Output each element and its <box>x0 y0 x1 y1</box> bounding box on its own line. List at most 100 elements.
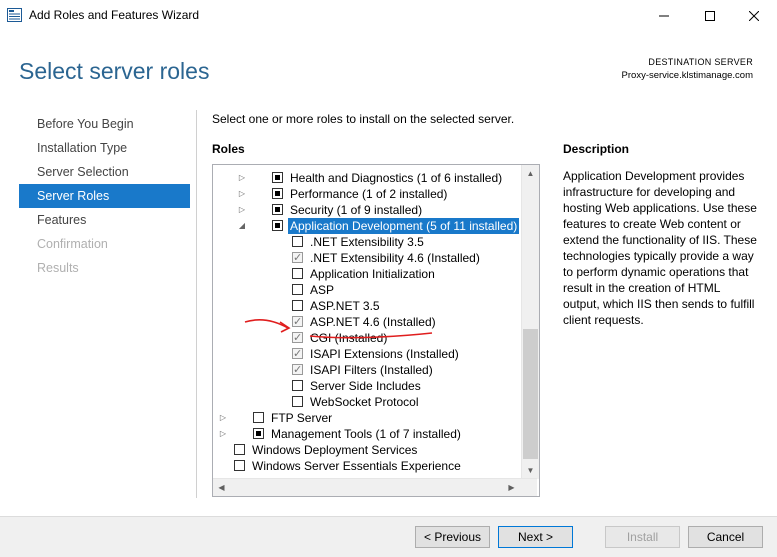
close-button[interactable] <box>731 0 777 31</box>
role-checkbox[interactable] <box>292 300 303 311</box>
destination-server-label: DESTINATION SERVER <box>648 57 753 67</box>
role-checkbox[interactable] <box>292 380 303 391</box>
roles-heading: Roles <box>212 142 245 156</box>
expand-arrow-collapsed-icon[interactable]: ▷ <box>237 170 247 186</box>
role-checkbox[interactable] <box>272 220 283 231</box>
tree-item[interactable]: CGI (Installed) <box>213 330 518 346</box>
role-checkbox <box>292 250 303 266</box>
next-button[interactable]: Next > <box>498 526 573 548</box>
tree-item[interactable]: ▷ Management Tools (1 of 7 installed) <box>213 426 518 442</box>
scroll-right-icon[interactable]: ▶ <box>503 479 520 496</box>
role-checkbox[interactable] <box>292 396 303 407</box>
role-label[interactable]: Windows Deployment Services <box>252 442 417 458</box>
expand-arrow-collapsed-icon[interactable]: ▷ <box>218 426 228 442</box>
maximize-icon <box>705 10 715 21</box>
expand-arrow-collapsed-icon[interactable]: ▷ <box>237 186 247 202</box>
step-confirmation: Confirmation <box>37 237 108 251</box>
tree-item[interactable]: ▷ Performance (1 of 2 installed) <box>213 186 518 202</box>
role-checkbox[interactable] <box>234 444 245 455</box>
close-icon <box>749 10 759 21</box>
role-checkbox[interactable] <box>272 204 283 215</box>
page-title: Select server roles <box>19 58 210 84</box>
expand-arrow-expanded-icon[interactable]: ◢ <box>237 218 247 234</box>
tree-item[interactable]: ▷ FTP Server <box>213 410 518 426</box>
destination-server-name: Proxy-service.klstimanage.com <box>621 70 753 81</box>
instruction-text: Select one or more roles to install on t… <box>212 112 515 126</box>
role-label[interactable]: Application Development (5 of 11 install… <box>288 218 520 234</box>
roles-tree[interactable]: ▷ Health and Diagnostics (1 of 6 installe… <box>212 164 540 497</box>
step-results: Results <box>37 261 79 275</box>
install-button: Install <box>605 526 680 548</box>
scroll-left-icon[interactable]: ◀ <box>213 479 230 496</box>
role-checkbox[interactable] <box>292 236 303 247</box>
role-checkbox[interactable] <box>292 284 303 295</box>
tree-item[interactable]: ASP <box>213 282 518 298</box>
role-checkbox[interactable] <box>234 460 245 471</box>
maximize-button[interactable] <box>687 0 733 31</box>
role-checkbox <box>292 330 303 346</box>
cancel-button[interactable]: Cancel <box>688 526 763 548</box>
role-label[interactable]: ASP.NET 3.5 <box>310 298 380 314</box>
step-features[interactable]: Features <box>19 208 190 232</box>
scroll-up-icon[interactable]: ▲ <box>522 165 539 182</box>
tree-item[interactable]: ▷ Security (1 of 9 installed) <box>213 202 518 218</box>
role-label[interactable]: Health and Diagnostics (1 of 6 installed… <box>290 170 502 186</box>
tree-item[interactable]: ISAPI Filters (Installed) <box>213 362 518 378</box>
minimize-icon <box>659 15 669 16</box>
roles-tree-list: ▷ Health and Diagnostics (1 of 6 installe… <box>213 170 520 474</box>
step-installation-type[interactable]: Installation Type <box>19 136 190 160</box>
tree-item[interactable]: .NET Extensibility 3.5 <box>213 234 518 250</box>
step-server-selection[interactable]: Server Selection <box>19 160 190 184</box>
role-checkbox[interactable] <box>272 172 283 183</box>
tree-item[interactable]: ◢ Application Development (5 of 11 instal… <box>213 218 520 234</box>
minimize-button[interactable] <box>641 0 687 31</box>
wizard-steps: Before You Begin Installation Type Serve… <box>19 112 190 280</box>
tree-item[interactable]: Windows Server Essentials Experience <box>213 458 518 474</box>
tree-item[interactable]: .NET Extensibility 4.6 (Installed) <box>213 250 518 266</box>
tree-item[interactable]: WebSocket Protocol <box>213 394 518 410</box>
role-label[interactable]: FTP Server <box>271 410 332 426</box>
role-label[interactable]: Performance (1 of 2 installed) <box>290 186 447 202</box>
role-label[interactable]: Security (1 of 9 installed) <box>290 202 422 218</box>
role-checkbox <box>292 314 303 330</box>
role-label[interactable]: .NET Extensibility 3.5 <box>310 234 424 250</box>
role-checkbox[interactable] <box>292 268 303 279</box>
role-label[interactable]: Server Side Includes <box>310 378 421 394</box>
scroll-thumb[interactable] <box>523 329 538 459</box>
scroll-down-icon[interactable]: ▼ <box>522 462 539 479</box>
role-label[interactable]: ISAPI Extensions (Installed) <box>310 346 459 362</box>
vertical-scrollbar[interactable]: ▲ ▼ <box>521 165 539 479</box>
role-label[interactable]: ISAPI Filters (Installed) <box>310 362 433 378</box>
tree-item[interactable]: ASP.NET 3.5 <box>213 298 518 314</box>
tree-item[interactable]: ▷ Health and Diagnostics (1 of 6 installe… <box>213 170 518 186</box>
role-checkbox[interactable] <box>253 428 264 439</box>
previous-button[interactable]: < Previous <box>415 526 490 548</box>
tree-item[interactable]: Server Side Includes <box>213 378 518 394</box>
divider <box>196 110 197 498</box>
description-heading: Description <box>563 142 630 156</box>
step-before-you-begin[interactable]: Before You Begin <box>19 112 190 136</box>
title-bar: Add Roles and Features Wizard <box>0 0 777 31</box>
role-label[interactable]: ASP.NET 4.6 (Installed) <box>310 314 436 330</box>
role-checkbox[interactable] <box>253 412 264 423</box>
tree-item[interactable]: ISAPI Extensions (Installed) <box>213 346 518 362</box>
role-label[interactable]: CGI (Installed) <box>310 330 387 346</box>
expand-arrow-collapsed-icon[interactable]: ▷ <box>237 202 247 218</box>
role-label[interactable]: ASP <box>310 282 334 298</box>
expand-arrow-collapsed-icon[interactable]: ▷ <box>218 410 228 426</box>
role-checkbox[interactable] <box>272 188 283 199</box>
tree-item[interactable]: Windows Deployment Services <box>213 442 518 458</box>
role-checkbox <box>292 346 303 362</box>
tree-item[interactable]: Application Initialization <box>213 266 518 282</box>
description-text: Application Development provides infrast… <box>563 169 757 327</box>
role-label[interactable]: Management Tools (1 of 7 installed) <box>271 426 461 442</box>
window-title: Add Roles and Features Wizard <box>29 8 200 22</box>
role-label[interactable]: Windows Server Essentials Experience <box>252 458 461 474</box>
step-server-roles[interactable]: Server Roles <box>19 184 190 208</box>
tree-item[interactable]: ASP.NET 4.6 (Installed) <box>213 314 518 330</box>
server-manager-icon <box>7 8 22 22</box>
role-label[interactable]: Application Initialization <box>310 266 435 282</box>
role-label[interactable]: .NET Extensibility 4.6 (Installed) <box>310 250 480 266</box>
role-label[interactable]: WebSocket Protocol <box>310 394 419 410</box>
horizontal-scrollbar[interactable]: ◀ ▶ <box>213 478 537 496</box>
